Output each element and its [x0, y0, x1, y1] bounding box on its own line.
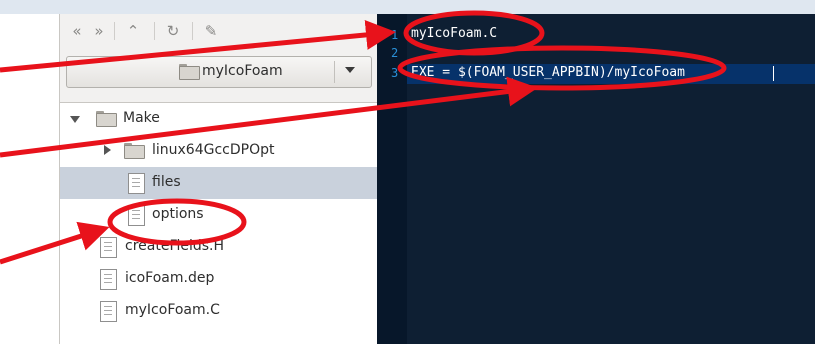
annotation-overlay [0, 10, 727, 265]
annotation-ellipse [397, 45, 727, 91]
annotation-ellipse [107, 198, 247, 246]
annotation-arrow [0, 76, 538, 158]
annotation-arrow [0, 19, 396, 73]
annotation-arrow [0, 221, 110, 265]
